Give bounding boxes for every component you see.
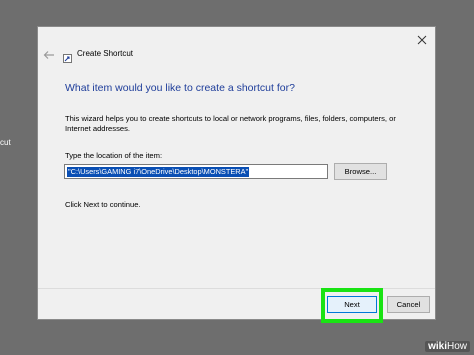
- dialog-heading: What item would you like to create a sho…: [65, 82, 295, 94]
- location-input-value: "C:\Users\GAMING i7\OneDrive\Desktop\MON…: [67, 167, 250, 177]
- dialog-titlebar: Create Shortcut: [38, 27, 435, 63]
- wikihow-watermark: wikiHow: [425, 341, 470, 352]
- watermark-brand-suffix: How: [446, 341, 467, 352]
- close-icon[interactable]: [417, 32, 427, 45]
- dialog-title: Create Shortcut: [77, 49, 134, 58]
- continue-hint: Click Next to continue.: [65, 200, 141, 209]
- desktop-background: cut Create Shortcut What item would you …: [0, 0, 474, 355]
- next-button[interactable]: Next: [327, 296, 377, 313]
- watermark-brand: wiki: [428, 341, 447, 352]
- shortcut-wizard-icon: [63, 50, 72, 63]
- back-arrow-icon[interactable]: [43, 47, 55, 59]
- location-field-label: Type the location of the item:: [65, 151, 163, 160]
- location-input[interactable]: "C:\Users\GAMING i7\OneDrive\Desktop\MON…: [64, 164, 328, 179]
- cancel-button[interactable]: Cancel: [387, 296, 430, 313]
- create-shortcut-dialog: Create Shortcut What item would you like…: [37, 26, 436, 323]
- desktop-edge-text: cut: [0, 138, 11, 147]
- wizard-description: This wizard helps you to create shortcut…: [65, 114, 396, 133]
- browse-button[interactable]: Browse...: [334, 163, 387, 180]
